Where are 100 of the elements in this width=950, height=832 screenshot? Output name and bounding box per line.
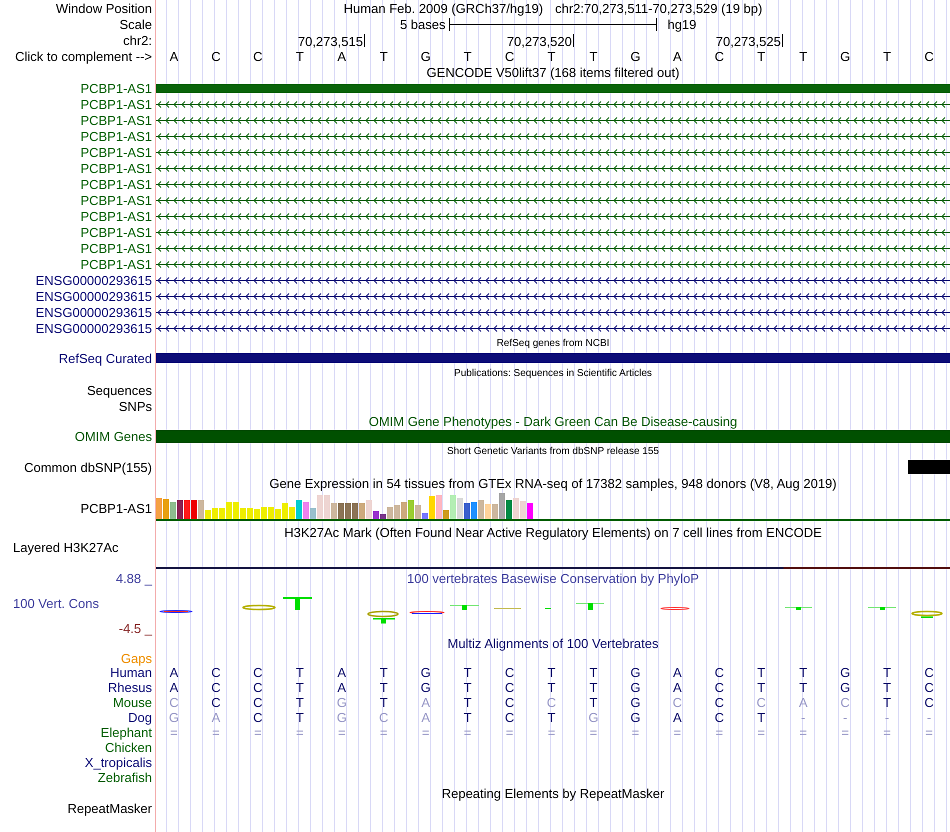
species-label[interactable]: Human xyxy=(110,665,152,680)
species-label[interactable]: Elephant xyxy=(100,725,152,740)
base-letter: C xyxy=(504,49,514,64)
species-label[interactable]: Dog xyxy=(128,710,152,725)
conservation-mark xyxy=(367,610,399,624)
species-label[interactable]: Zebrafish xyxy=(98,770,152,785)
base-letter: G xyxy=(840,49,850,64)
conservation-mark xyxy=(242,604,276,610)
aligned-base: = xyxy=(380,725,388,740)
aligned-base: = xyxy=(590,725,598,740)
aligned-base: T xyxy=(757,710,766,725)
aligned-base: T xyxy=(296,695,304,710)
track-label[interactable]: RepeatMasker xyxy=(67,801,152,816)
conservation-mark xyxy=(283,597,312,610)
scale-length: 5 bases xyxy=(400,16,446,32)
track-label[interactable]: PCBP1-AS1 xyxy=(80,240,152,256)
conservation-mark xyxy=(576,603,604,610)
aligned-base: G xyxy=(336,710,347,725)
aligned-base: G xyxy=(168,710,180,725)
base-letter: G xyxy=(420,49,431,64)
track-title: Gene Expression in 54 tissues from GTEx RNA-seq of 17382 samples, 948 donors (V8, Aug 2019) xyxy=(269,476,837,491)
track-label[interactable]: PCBP1-AS1 xyxy=(80,112,152,128)
track-label[interactable]: PCBP1-AS1 xyxy=(80,224,152,240)
complement-link[interactable]: Click to complement --> xyxy=(15,49,152,64)
base-letter: T xyxy=(883,49,892,64)
aligned-base: T xyxy=(883,680,892,695)
aligned-base: C xyxy=(504,665,514,680)
track-label[interactable]: ENSG00000293615 xyxy=(36,320,152,336)
aligned-base: C xyxy=(924,695,934,710)
position-label: 70,273,515 xyxy=(298,34,363,49)
base-letter: T xyxy=(548,49,556,64)
aligned-base: C xyxy=(379,710,388,725)
base-letter: A xyxy=(337,49,346,64)
track-label[interactable]: PCBP1-AS1 xyxy=(80,144,152,160)
base-letter: T xyxy=(296,49,304,64)
aligned-base: T xyxy=(589,665,598,680)
aligned-base: C xyxy=(714,710,724,725)
track-label[interactable]: Sequences xyxy=(86,382,152,398)
track-label[interactable]: ENSG00000293615 xyxy=(36,288,152,304)
aligned-base: - xyxy=(884,710,890,725)
aligned-base: = xyxy=(170,725,178,740)
track-label[interactable]: 100 Vert. Cons xyxy=(13,596,99,611)
track-label[interactable]: Layered H3K27Ac xyxy=(13,540,119,555)
track-label[interactable]: PCBP1-AS1 xyxy=(80,80,152,96)
conservation-mark xyxy=(660,607,690,610)
position-label: 70,273,525 xyxy=(716,34,781,49)
track-label[interactable]: ENSG00000293615 xyxy=(36,272,152,288)
aligned-base: A xyxy=(798,695,808,710)
track-label[interactable]: PCBP1-AS1 xyxy=(80,96,152,112)
axis-min-label: -4.5 _ xyxy=(118,621,152,636)
track-label[interactable]: PCBP1-AS1 xyxy=(80,500,152,516)
track-label[interactable]: PCBP1-AS1 xyxy=(80,192,152,208)
aligned-base: C xyxy=(546,695,556,710)
aligned-base: A xyxy=(337,665,346,680)
track-title: Repeating Elements by RepeatMasker xyxy=(442,786,664,800)
aligned-base: G xyxy=(630,680,640,695)
base-letter: T xyxy=(757,49,766,64)
track-label[interactable]: PCBP1-AS1 xyxy=(80,256,152,272)
aligned-base: = xyxy=(841,725,849,740)
base-letter: T xyxy=(380,49,388,64)
aligned-base: C xyxy=(840,695,850,710)
aligned-base: = xyxy=(422,725,430,740)
aligned-base: T xyxy=(296,710,304,725)
aligned-base: T xyxy=(589,695,598,710)
track-label[interactable]: SNPs xyxy=(118,398,152,414)
track-label[interactable]: PCBP1-AS1 xyxy=(80,176,152,192)
aligned-base: C xyxy=(253,680,263,695)
aligned-base: C xyxy=(672,695,682,710)
aligned-base: G xyxy=(630,665,640,680)
aligned-base: T xyxy=(799,665,808,680)
aligned-base: T xyxy=(757,680,766,695)
species-label[interactable]: X_tropicalis xyxy=(84,755,152,770)
position-label: 70,273,520 xyxy=(506,34,572,49)
aligned-base: - xyxy=(801,710,806,725)
base-letter: G xyxy=(630,49,640,64)
track-label[interactable]: ENSG00000293615 xyxy=(36,304,152,320)
aligned-base: G xyxy=(420,680,431,695)
track-label[interactable]: PCBP1-AS1 xyxy=(80,208,152,224)
aligned-base: T xyxy=(380,695,388,710)
track-title: Short Genetic Variants from dbSNP release 155 xyxy=(447,446,659,458)
aligned-base: = xyxy=(254,725,262,740)
track-label[interactable]: RefSeq Curated xyxy=(58,351,152,366)
conservation-mark xyxy=(160,610,192,613)
track-label[interactable]: PCBP1-AS1 xyxy=(80,128,152,144)
aligned-base: = xyxy=(506,725,514,740)
species-label[interactable]: Rhesus xyxy=(108,680,152,695)
track-title: H3K27Ac Mark (Often Found Near Active Regulatory Elements) on 7 cell lines from ENCODE xyxy=(284,525,822,540)
aligned-base: C xyxy=(211,680,221,695)
species-label[interactable]: Chicken xyxy=(105,740,152,755)
base-letter: C xyxy=(253,49,263,64)
species-label[interactable]: Mouse xyxy=(112,695,152,710)
aligned-base: = xyxy=(883,725,891,740)
track-label[interactable]: Common dbSNP(155) xyxy=(24,460,152,475)
aligned-base: - xyxy=(926,710,932,725)
aligned-base: C xyxy=(924,680,934,695)
base-letter: A xyxy=(170,49,178,64)
aligned-base: T xyxy=(757,665,766,680)
track-label[interactable]: PCBP1-AS1 xyxy=(80,160,152,176)
track-label[interactable]: OMIM Genes xyxy=(74,428,152,444)
track-title: 100 vertebrates Basewise Conservation by PhyloP xyxy=(407,571,699,586)
